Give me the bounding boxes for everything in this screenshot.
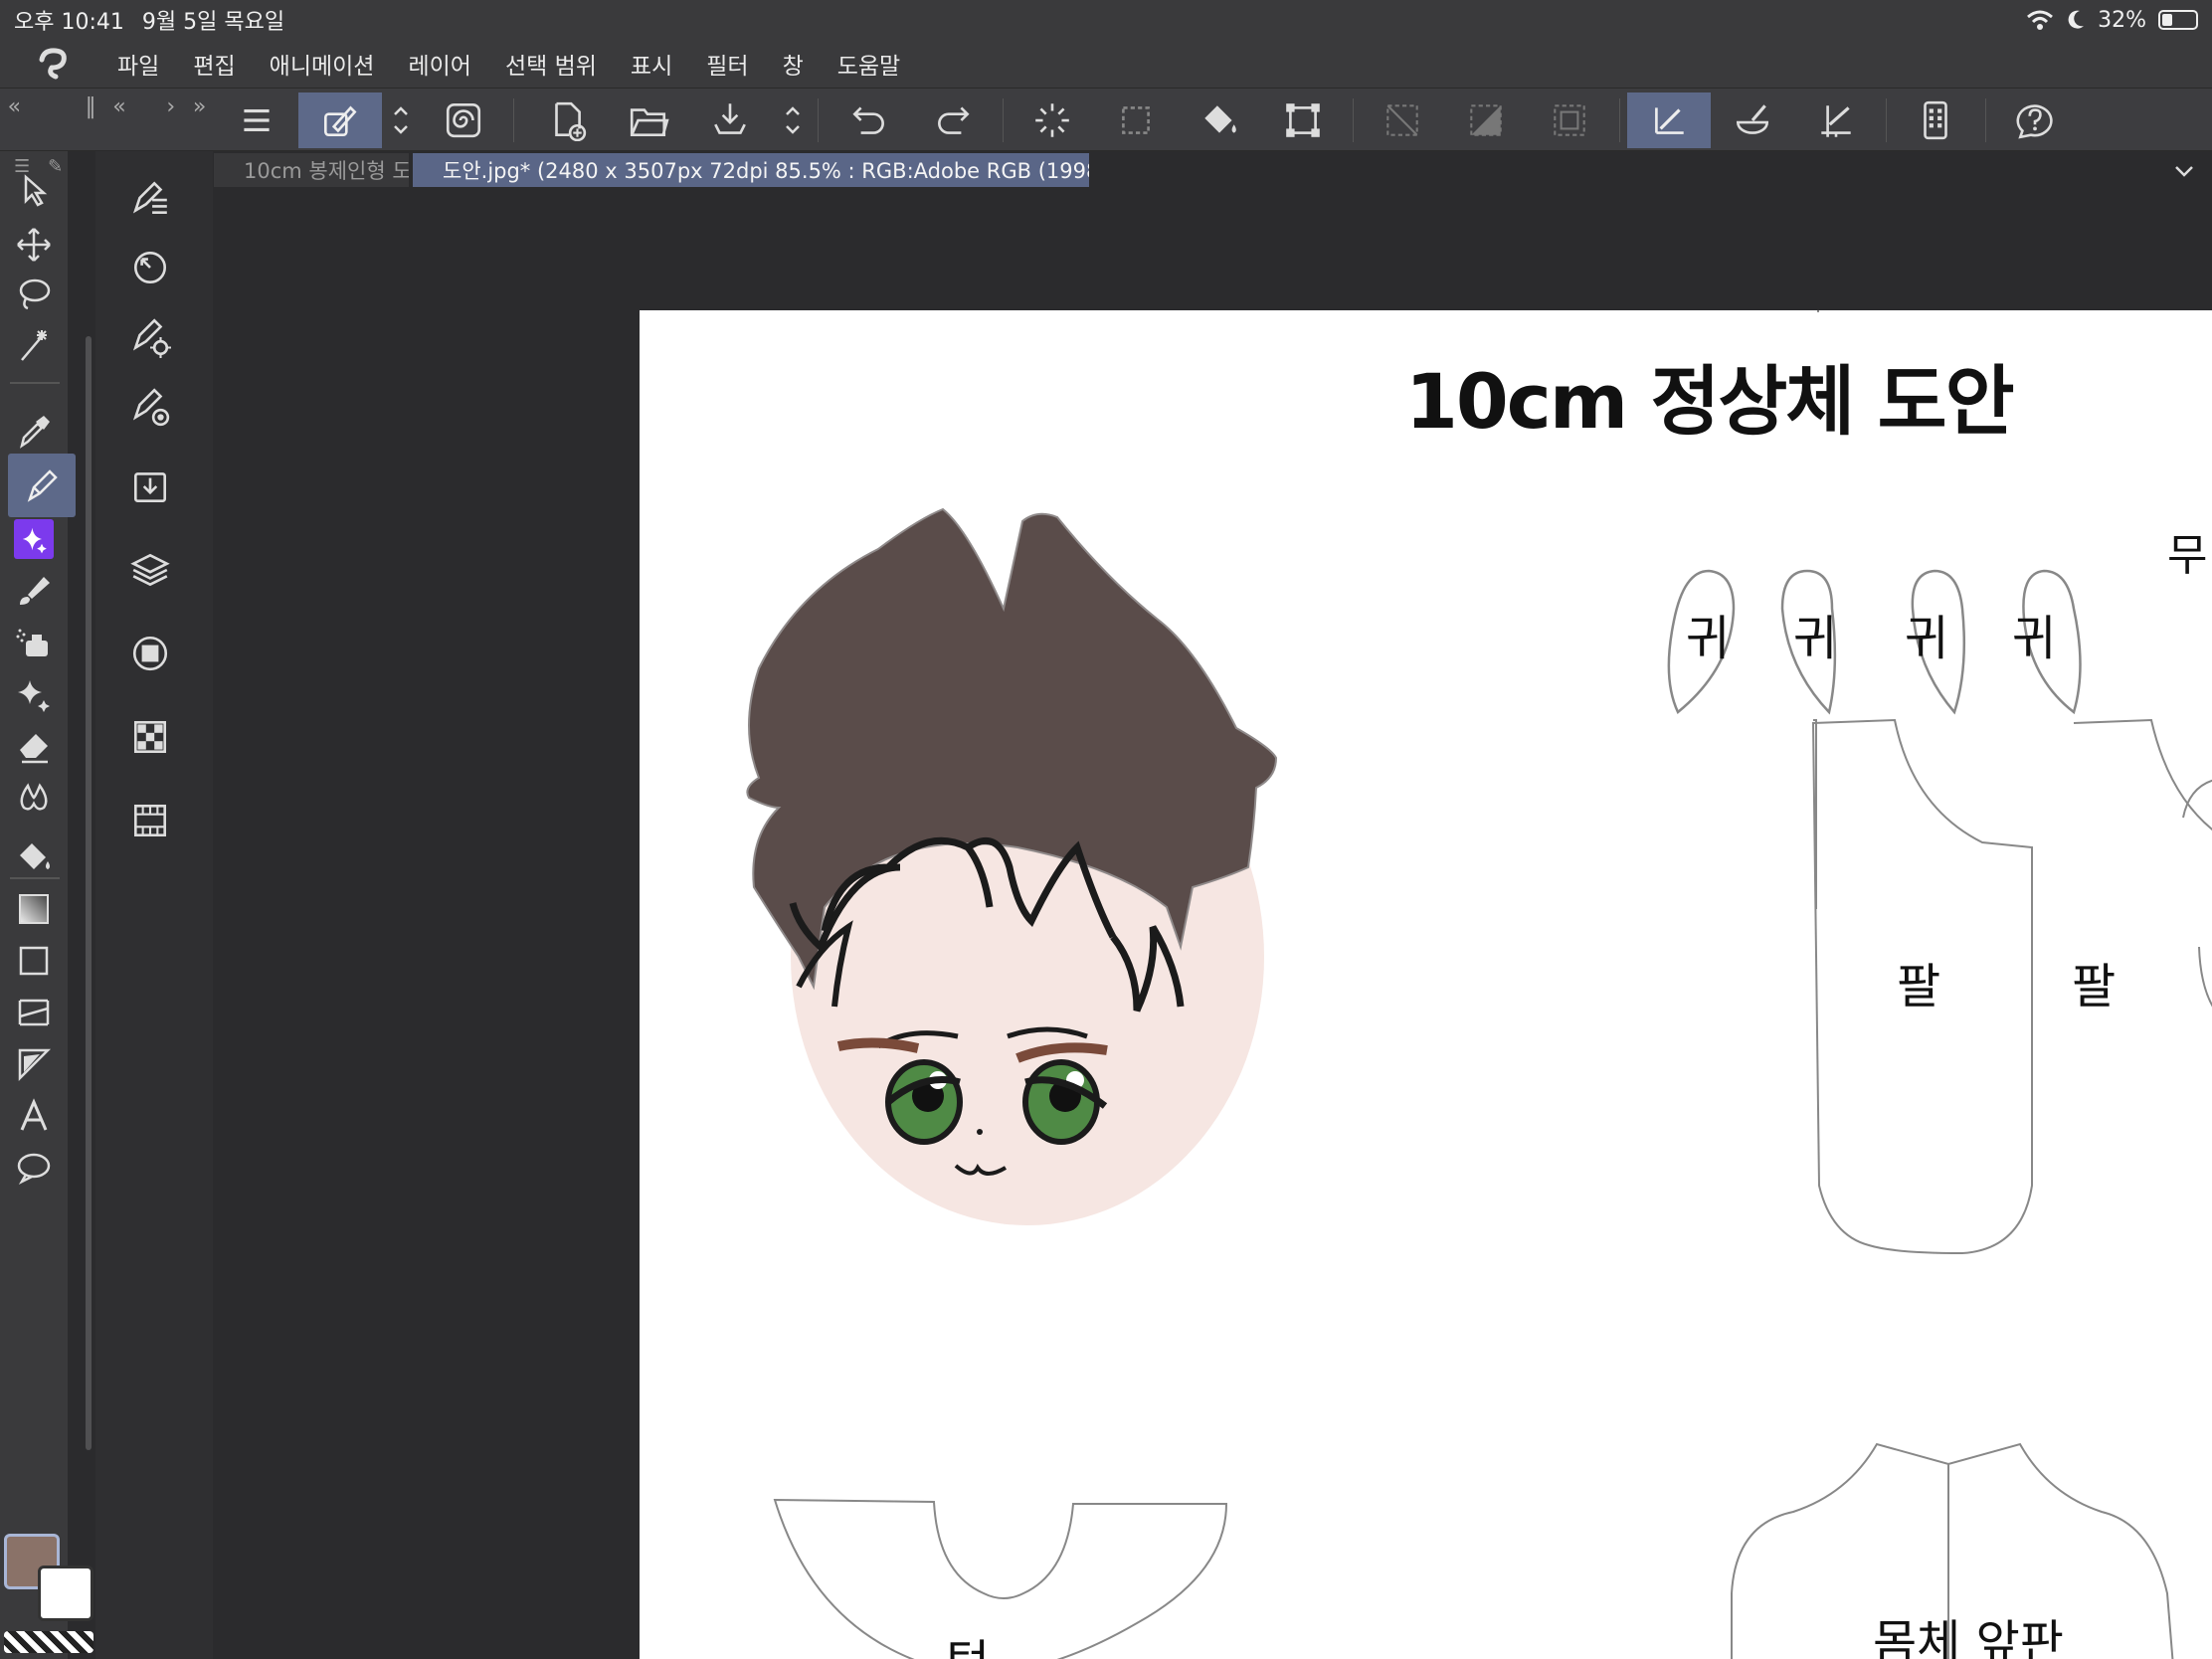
new-canvas-icon[interactable] xyxy=(525,92,609,148)
deselect-icon[interactable] xyxy=(1361,92,1444,148)
ear-label: 귀 xyxy=(1793,611,1838,666)
invert-selection-icon[interactable] xyxy=(1444,92,1528,148)
status-bar: 오후 10:41 9월 5일 목요일 32% xyxy=(0,0,2212,40)
spiral-icon[interactable] xyxy=(422,92,505,148)
transform-icon[interactable] xyxy=(1261,92,1345,148)
sub-color-swatch[interactable] xyxy=(38,1566,93,1621)
ear-label: 귀 xyxy=(2012,611,2057,666)
fill-icon[interactable] xyxy=(1178,92,1261,148)
tab-label: 도안.jpg* (2480 x 3507px 72dpi 85.5% : RGB… xyxy=(443,159,1089,183)
selection-tool-icon[interactable] xyxy=(298,92,382,148)
blend-icon[interactable] xyxy=(0,764,68,831)
body-front-label: 몸체 앞판 xyxy=(1873,1615,2064,1659)
snap-ruler-icon[interactable] xyxy=(1627,92,1711,148)
open-folder-icon[interactable] xyxy=(607,92,690,148)
collapse-left-icon[interactable]: « xyxy=(0,94,29,119)
expand-icon[interactable]: › xyxy=(156,94,185,119)
chevron-down-icon[interactable] xyxy=(2170,157,2198,185)
menu-view[interactable]: 표시 xyxy=(631,47,672,81)
app-logo-icon[interactable] xyxy=(34,44,74,84)
tab-plush-doll[interactable]: 10cm 봉제인형 도 xyxy=(214,153,409,187)
smartphone-icon[interactable] xyxy=(1894,92,1977,148)
menu-edit[interactable]: 편집 xyxy=(193,47,235,81)
color-set-icon[interactable] xyxy=(115,706,185,768)
layer-icon[interactable] xyxy=(115,539,185,601)
battery-percent: 32% xyxy=(2098,7,2146,33)
menu-layer[interactable]: 레이어 xyxy=(408,47,470,81)
ear-label: 귀 xyxy=(1905,611,1949,666)
palette-handle-icon[interactable]: ‖ xyxy=(77,94,105,119)
battery-icon xyxy=(2158,10,2198,30)
status-time: 오후 10:41 xyxy=(14,10,124,35)
palette-dock xyxy=(95,151,213,1659)
tool-scrollbar[interactable] xyxy=(86,336,92,1450)
transparent-color-swatch[interactable] xyxy=(4,1631,93,1653)
pattern-title: 10cm 정상체 도안 xyxy=(1405,357,2015,446)
moon-icon xyxy=(2068,10,2085,29)
loading-icon[interactable] xyxy=(1011,92,1094,148)
material-icon[interactable] xyxy=(115,456,185,517)
tab-pattern-jpg[interactable]: 도안.jpg* (2480 x 3507px 72dpi 85.5% : RGB… xyxy=(413,153,1089,187)
menu-animation[interactable]: 애니메이션 xyxy=(270,47,375,81)
balloon-icon[interactable] xyxy=(0,1134,68,1201)
menu-filter[interactable]: 필터 xyxy=(706,47,748,81)
layer-property-icon[interactable] xyxy=(115,623,185,684)
expand-dock-icon[interactable]: » xyxy=(185,94,214,119)
canvas-workspace[interactable]: 10cm 정상체 도안 귀 귀 귀 귀 팔 팔 턱 몸체 앞판 무 xyxy=(214,189,2212,1659)
undo-icon[interactable] xyxy=(828,92,911,148)
tool-property-icon[interactable] xyxy=(115,306,185,368)
navigator-icon[interactable] xyxy=(115,237,185,298)
wifi-icon xyxy=(2027,10,2054,30)
document-tab-bar: 10cm 봉제인형 도 도안.jpg* (2480 x 3507px 72dpi… xyxy=(214,151,2212,189)
partial-piece xyxy=(2182,779,2212,819)
document-canvas[interactable]: 10cm 정상체 도안 귀 귀 귀 귀 팔 팔 턱 몸체 앞판 무 xyxy=(640,310,2212,1659)
sub-tool-icon[interactable] xyxy=(115,167,185,229)
command-bar: « ‖ « › » xyxy=(0,88,2212,151)
menu-bar: 파일 편집 애니메이션 레이어 선택 범위 표시 필터 창 도움말 xyxy=(0,40,2212,88)
tab-label: 10cm 봉제인형 도 xyxy=(244,159,409,183)
character-head xyxy=(746,507,1278,1225)
pattern-drawing xyxy=(746,310,2212,1659)
magic-wand-icon[interactable] xyxy=(0,312,68,380)
menu-selection[interactable]: 선택 범위 xyxy=(505,47,597,81)
chin-label: 턱 xyxy=(946,1623,990,1659)
save-icon[interactable] xyxy=(688,92,772,148)
tool-switch-icon[interactable] xyxy=(384,92,418,148)
help-icon[interactable] xyxy=(1993,92,2077,148)
snap-grid-icon[interactable] xyxy=(1794,92,1878,148)
arm-label: 팔 xyxy=(1897,959,1941,1014)
selection-border-icon[interactable] xyxy=(1528,92,1611,148)
redo-icon[interactable] xyxy=(911,92,995,148)
arm-label: 팔 xyxy=(2072,959,2117,1014)
save-options-icon[interactable] xyxy=(776,92,810,148)
timeline-icon[interactable] xyxy=(115,790,185,851)
menu-file[interactable]: 파일 xyxy=(117,47,159,81)
chin-piece xyxy=(773,1498,1228,1659)
snap-special-icon[interactable] xyxy=(1711,92,1794,148)
menu-window[interactable]: 창 xyxy=(783,47,804,81)
palette-controls: « ‖ « › » xyxy=(0,89,214,152)
brush-size-icon[interactable] xyxy=(115,376,185,438)
collapse-dock-icon[interactable]: « xyxy=(105,94,134,119)
partial-piece xyxy=(2198,946,2212,1008)
menu-icon[interactable] xyxy=(215,92,298,148)
clear-selection-icon[interactable] xyxy=(1094,92,1178,148)
status-date: 9월 5일 목요일 xyxy=(141,10,285,35)
ear-label: 귀 xyxy=(1686,611,1731,666)
menu-help[interactable]: 도움말 xyxy=(837,47,900,81)
edge-partial-label: 무 xyxy=(2167,530,2208,581)
tool-palette: ☰ ✎ xyxy=(0,151,76,1659)
